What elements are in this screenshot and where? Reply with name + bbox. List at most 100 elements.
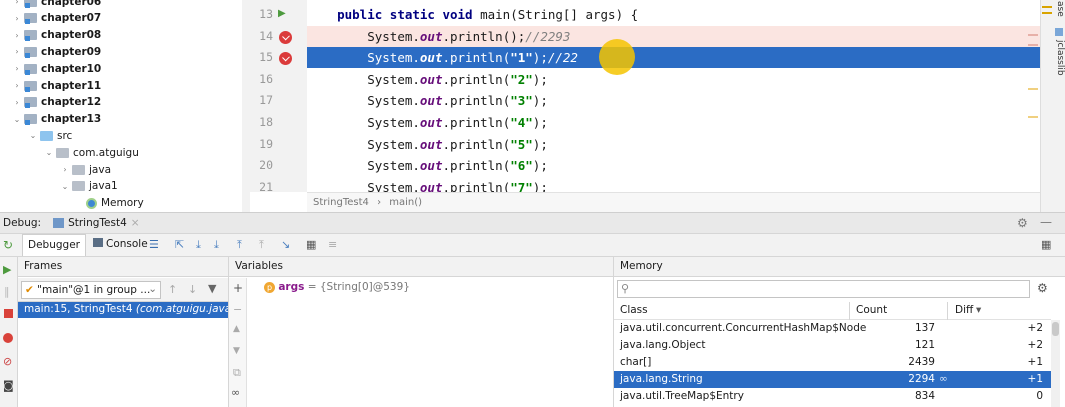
memory-row[interactable]: java.lang.String 2294 +1 ∞ [614, 371, 1051, 388]
memory-search-input[interactable] [634, 282, 1024, 296]
chevron-right-icon[interactable]: › [12, 64, 22, 73]
tree-item[interactable]: › chapter08 [12, 27, 101, 44]
step-into-icon[interactable]: ⤓ [214, 238, 219, 252]
copy-icon[interactable]: ⧉ [233, 366, 241, 380]
restore-layout-icon[interactable]: ▦ [1041, 238, 1051, 251]
step-out-icon[interactable]: ⤒ [237, 238, 242, 252]
add-watch-icon[interactable]: + [233, 281, 243, 295]
camera-icon[interactable]: ◙ [3, 379, 14, 392]
breadcrumb-method[interactable]: main() [389, 197, 422, 208]
tree-item[interactable]: › chapter09 [12, 43, 101, 60]
memory-search-field[interactable]: ⚲ [617, 280, 1030, 298]
next-frame-icon[interactable]: ↓ [188, 283, 197, 296]
tab-debugger[interactable]: Debugger [22, 234, 86, 256]
move-up-icon[interactable]: ▲ [233, 324, 240, 334]
tree-item[interactable]: › chapter11 [12, 77, 101, 94]
chevron-right-icon[interactable]: › [12, 81, 22, 90]
code-line[interactable]: System.out.println("6"); [307, 155, 1040, 176]
memory-row[interactable]: java.util.concurrent.ConcurrentHashMap$N… [614, 320, 1051, 337]
pause-icon[interactable]: ‖ [4, 285, 10, 298]
resume-icon[interactable]: ▶ [3, 263, 11, 276]
remove-watch-icon[interactable]: − [233, 303, 242, 316]
drop-frame-icon[interactable]: ⤒ [259, 238, 264, 252]
code-line[interactable]: System.out.println("3"); [307, 90, 1040, 111]
thread-selector[interactable]: ✔ "main"@1 in group ... ⌄ [21, 281, 161, 299]
tree-item[interactable]: ⌄ src [28, 127, 73, 144]
code-line[interactable]: System.out.println("1");//22 [307, 39, 1040, 76]
memory-scrollbar[interactable] [1051, 320, 1060, 407]
tree-item[interactable]: Memory [76, 195, 144, 212]
tree-item[interactable]: ⌄ com.atguigu [44, 144, 139, 161]
line-number[interactable]: 21 [249, 180, 273, 194]
breakpoint-icon[interactable] [279, 30, 292, 44]
chevron-right-icon[interactable]: › [12, 98, 22, 107]
show-execution-point-icon[interactable]: ⇱ [175, 238, 184, 251]
code-line[interactable]: System.out.println("7"); [307, 177, 1040, 192]
variable-row[interactable]: p args = {String[0]@539} [264, 281, 410, 297]
chevron-right-icon[interactable]: › [12, 0, 22, 6]
tree-item[interactable]: › chapter06 [12, 0, 101, 10]
rerun-icon[interactable]: ↻ [3, 238, 13, 252]
stop-icon[interactable] [4, 309, 13, 318]
code-line[interactable]: public static void main(String[] args) { [307, 4, 1040, 25]
tool-tab-ase[interactable]: ase [1055, 1, 1065, 17]
filter-icon[interactable]: ▼ [208, 282, 216, 295]
move-down-icon[interactable]: ▼ [233, 346, 240, 356]
tree-item[interactable]: › java [60, 161, 111, 178]
trace-icon[interactable]: ≡ [328, 238, 337, 251]
tree-item[interactable]: ⌄ java1 [60, 178, 118, 195]
memory-settings-icon[interactable]: ⚙ [1037, 281, 1048, 295]
tab-console[interactable]: Console [88, 234, 153, 256]
column-class[interactable]: Class [620, 304, 648, 316]
line-number[interactable]: 18 [249, 115, 273, 129]
glasses-icon[interactable]: ∞ [231, 386, 240, 399]
code-line[interactable]: System.out.println("5"); [307, 134, 1040, 155]
frame-row-selected[interactable]: main:15, StringTest4 (com.atguigu.java1) [18, 302, 228, 318]
breadcrumb-class[interactable]: StringTest4 [313, 197, 369, 208]
gear-icon[interactable]: ⚙ [1017, 216, 1028, 230]
tree-item[interactable]: › chapter12 [12, 94, 101, 111]
debug-session-tab[interactable]: StringTest4 × [53, 217, 140, 229]
chevron-down-icon[interactable]: ⌄ [44, 148, 54, 157]
line-number[interactable]: 20 [249, 158, 273, 172]
prev-frame-icon[interactable]: ↑ [168, 283, 177, 296]
run-gutter-icon[interactable]: ▶ [278, 8, 286, 19]
mute-breakpoints-icon[interactable]: ⊘ [3, 355, 12, 368]
line-number[interactable]: 19 [249, 137, 273, 151]
line-number[interactable]: 16 [249, 72, 273, 86]
code-line[interactable]: System.out.println();//2293 [307, 25, 1040, 47]
code-line[interactable]: System.out.println("4"); [307, 112, 1040, 133]
chevron-right-icon[interactable]: › [12, 14, 22, 23]
evaluate-icon[interactable]: ▦ [306, 238, 316, 251]
tool-tab-jclasslib[interactable]: jclasslib [1055, 40, 1065, 76]
line-number[interactable]: 17 [249, 93, 273, 107]
layout-menu-icon[interactable]: ☰ [149, 238, 159, 251]
code-editor[interactable]: public static void main(String[] args) {… [307, 0, 1040, 192]
chevron-right-icon[interactable]: › [12, 47, 22, 56]
menu-icon[interactable] [1042, 6, 1052, 14]
tree-item[interactable]: ⌄ chapter13 [12, 111, 101, 128]
column-diff[interactable]: Diff [955, 304, 973, 316]
close-icon[interactable]: × [131, 217, 140, 229]
chevron-down-icon[interactable]: ⌄ [12, 115, 22, 124]
view-breakpoints-icon[interactable] [3, 333, 13, 343]
breakpoint-icon[interactable] [279, 52, 292, 66]
tree-item[interactable]: › chapter10 [12, 60, 101, 77]
line-number[interactable]: 13 [249, 7, 273, 21]
chevron-right-icon[interactable]: › [60, 165, 70, 174]
line-number[interactable]: 14 [249, 29, 273, 43]
tree-item[interactable]: › chapter07 [12, 10, 101, 27]
column-count[interactable]: Count [856, 304, 887, 316]
memory-row[interactable]: char[] 2439 +1 [614, 354, 1051, 371]
memory-row[interactable]: java.util.TreeMap$Entry 834 0 [614, 388, 1051, 405]
chevron-down-icon[interactable]: ⌄ [28, 131, 38, 140]
track-instances-icon[interactable]: ∞ [939, 371, 948, 388]
chevron-right-icon[interactable]: › [12, 31, 22, 40]
minimize-icon[interactable]: — [1040, 215, 1052, 229]
memory-row[interactable]: java.lang.Object 121 +2 [614, 337, 1051, 354]
line-number[interactable]: 15 [249, 50, 273, 64]
chevron-down-icon[interactable]: ⌄ [60, 182, 70, 191]
step-over-icon[interactable]: ⤓ [196, 238, 201, 252]
code-line[interactable]: System.out.println("2"); [307, 69, 1040, 90]
run-to-cursor-icon[interactable]: ↘ [281, 238, 290, 251]
